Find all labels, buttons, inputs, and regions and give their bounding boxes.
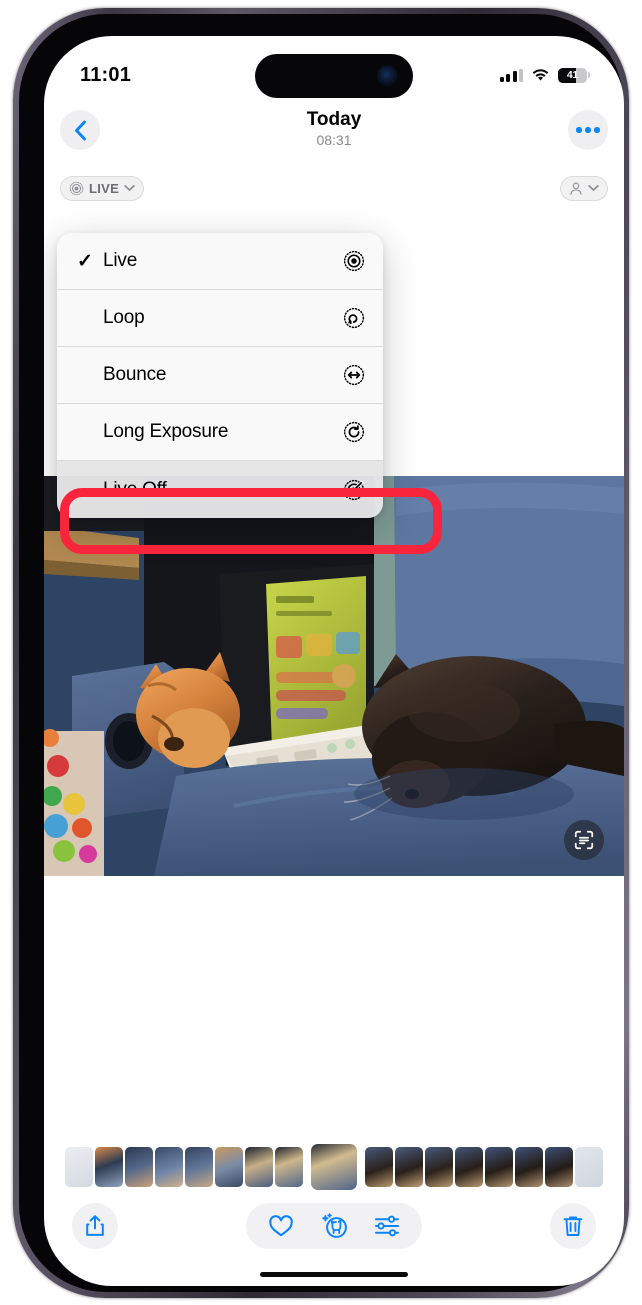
dynamic-island (255, 54, 413, 98)
live-photo-off-icon (341, 477, 367, 503)
menu-item-bounce[interactable]: Bounce (57, 347, 383, 404)
delete-button[interactable] (550, 1203, 596, 1249)
filmstrip-thumb[interactable] (95, 1147, 123, 1187)
menu-item-label: Long Exposure (103, 421, 229, 442)
menu-item-label: Loop (103, 307, 145, 328)
pet-lookup-button[interactable] (320, 1213, 348, 1239)
menu-item-label: Live (103, 250, 138, 271)
battery-percent: 41 (566, 69, 579, 81)
chevron-left-icon (74, 120, 86, 140)
front-camera-icon (377, 65, 398, 87)
live-photo-mode-menu: ✓ Live Loop Bounce Long Exposure Live Of… (57, 233, 383, 518)
pet-lookup-icon (322, 1213, 347, 1238)
bottom-toolbar (44, 1196, 624, 1256)
photo-viewer[interactable] (44, 476, 624, 876)
filmstrip-thumb[interactable] (155, 1147, 183, 1187)
long-exposure-icon (341, 419, 367, 445)
menu-item-loop[interactable]: Loop (57, 290, 383, 347)
filmstrip-thumb[interactable] (275, 1147, 303, 1187)
filmstrip-thumb[interactable] (125, 1147, 153, 1187)
navigation-bar: Today 08:31 (44, 96, 624, 164)
chevron-down-icon (588, 185, 599, 191)
filmstrip-thumb[interactable] (545, 1147, 573, 1187)
live-text-scan-icon (574, 830, 594, 850)
filmstrip-thumb[interactable] (425, 1147, 453, 1187)
live-photo-icon (341, 248, 367, 274)
filmstrip-thumb[interactable] (185, 1147, 213, 1187)
status-indicators: 41 (499, 67, 590, 83)
live-photo-icon (69, 181, 84, 195)
person-icon (570, 182, 582, 195)
heart-icon (269, 1215, 293, 1237)
people-badge[interactable] (560, 175, 608, 201)
filmstrip-thumb[interactable] (575, 1147, 603, 1187)
filmstrip-thumb[interactable] (455, 1147, 483, 1187)
filmstrip-thumb[interactable] (365, 1147, 393, 1187)
back-button[interactable] (60, 110, 100, 150)
live-photo-badge[interactable]: LIVE (60, 175, 145, 201)
menu-item-live-off[interactable]: Live Off (57, 461, 383, 518)
status-time: 11:01 (80, 63, 132, 86)
filmstrip-thumb[interactable] (215, 1147, 243, 1187)
live-badge-label: LIVE (89, 180, 120, 196)
filmstrip-thumb[interactable] (395, 1147, 423, 1187)
chevron-down-icon (124, 185, 135, 191)
phone-screen: 11:01 41 Today 08:31 LIVE ✓ Live Loop Bo… (44, 36, 624, 1286)
filmstrip-thumb[interactable] (65, 1147, 93, 1187)
cellular-bars-icon (499, 68, 523, 82)
filmstrip-thumb[interactable] (515, 1147, 543, 1187)
phone-frame: 11:01 41 Today 08:31 LIVE ✓ Live Loop Bo… (13, 8, 629, 1298)
menu-item-label: Bounce (103, 364, 167, 385)
loop-icon (341, 305, 367, 331)
filmstrip-thumb-current[interactable] (311, 1144, 357, 1190)
photo-filmstrip[interactable] (44, 1144, 624, 1190)
menu-item-live[interactable]: ✓ Live (57, 233, 383, 290)
home-indicator[interactable] (260, 1272, 408, 1277)
screenshot-root: 11:01 41 Today 08:31 LIVE ✓ Live Loop Bo… (0, 0, 642, 1305)
ellipsis-icon (576, 127, 600, 133)
more-options-button[interactable] (568, 110, 608, 150)
photo-image (44, 476, 624, 876)
photo-time-subtitle: 08:31 (316, 132, 352, 148)
photo-actions-group (246, 1203, 422, 1249)
filmstrip-thumb[interactable] (245, 1147, 273, 1187)
page-title: Today 08:31 (100, 109, 568, 149)
menu-item-label: Live Off (103, 478, 167, 500)
filmstrip-thumb[interactable] (485, 1147, 513, 1187)
photo-badges-row: LIVE (44, 168, 624, 208)
battery-icon: 41 (558, 67, 587, 83)
adjustments-button[interactable] (374, 1215, 400, 1237)
adjustments-icon (375, 1215, 399, 1237)
wifi-icon (532, 69, 549, 81)
photo-date-title: Today (306, 109, 362, 130)
favorite-button[interactable] (268, 1214, 294, 1238)
trash-icon (563, 1216, 583, 1236)
bounce-icon (341, 362, 367, 388)
share-button[interactable] (72, 1203, 118, 1249)
menu-item-long-exposure[interactable]: Long Exposure (57, 404, 383, 461)
live-text-scan-button[interactable] (564, 820, 604, 860)
checkmark-icon: ✓ (77, 250, 93, 272)
share-icon (86, 1215, 104, 1236)
